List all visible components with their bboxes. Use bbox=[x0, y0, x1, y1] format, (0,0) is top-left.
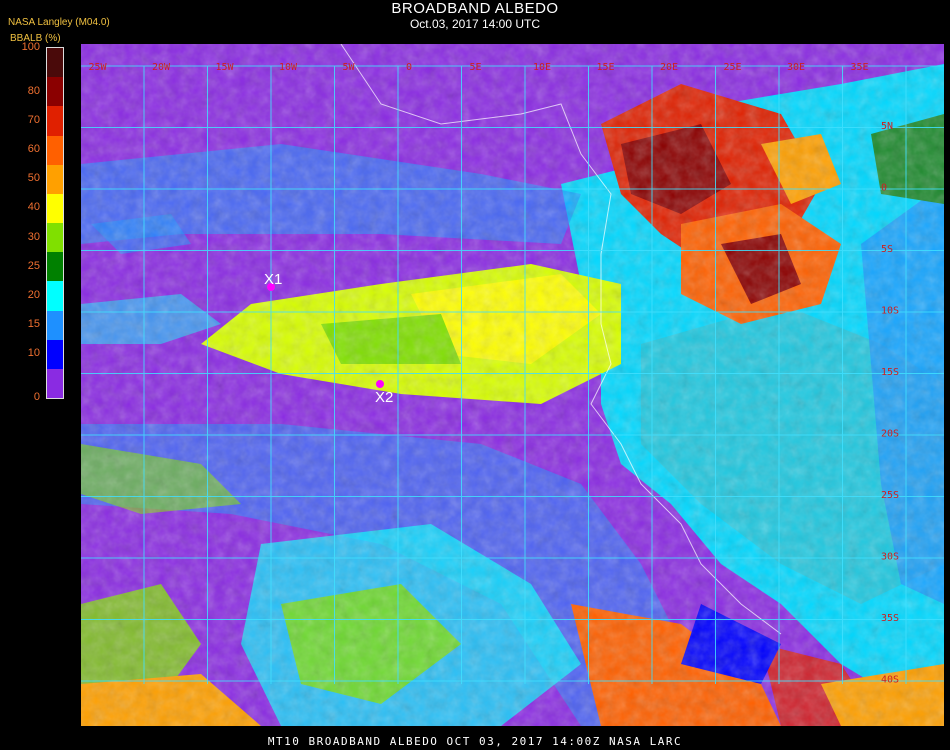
colorbar-tick-label: 40 bbox=[27, 201, 40, 214]
marker-x2-dot bbox=[376, 380, 384, 388]
latitude-label: 35S bbox=[881, 613, 899, 624]
marker-x2-label: X2 bbox=[375, 389, 393, 406]
latitude-label: 20S bbox=[881, 429, 899, 440]
colorbar-segment bbox=[47, 77, 63, 107]
longitude-label: 15E bbox=[597, 62, 615, 73]
latitude-label: 15S bbox=[881, 367, 899, 378]
colorbar-segment bbox=[47, 281, 63, 311]
albedo-map: 25W 20W 15W 10W 5W 0 5E 10E 15E 20E 25E 30E 35E 5N 0 5… bbox=[81, 44, 944, 726]
latitude-label: 40S bbox=[881, 675, 899, 686]
colorbar-tick-label: 30 bbox=[27, 230, 40, 243]
colorbar bbox=[46, 47, 64, 399]
longitude-label: 0 bbox=[406, 62, 412, 73]
colorbar-segment bbox=[47, 193, 63, 224]
longitude-label: 10E bbox=[533, 62, 551, 73]
longitude-label: 35E bbox=[851, 62, 869, 73]
colorbar-segment bbox=[47, 252, 63, 282]
texture-overlay bbox=[81, 44, 944, 726]
longitude-label: 20W bbox=[152, 62, 171, 73]
longitude-label: 10W bbox=[279, 62, 298, 73]
producer-label: NASA Langley (M04.0) bbox=[8, 17, 110, 28]
longitude-label: 5W bbox=[343, 62, 356, 73]
longitude-label: 25E bbox=[724, 62, 742, 73]
colorbar-tick-label: 20 bbox=[27, 288, 40, 301]
colorbar-tick-label: 70 bbox=[27, 113, 40, 126]
colorbar-tick-label: 50 bbox=[27, 172, 40, 185]
map-title: BROADBAND ALBEDO bbox=[391, 0, 559, 17]
colorbar-segment bbox=[47, 135, 63, 166]
longitude-label: 20E bbox=[660, 62, 678, 73]
colorbar-tick-label: 25 bbox=[27, 259, 40, 272]
colorbar-tick-label: 100 bbox=[21, 41, 40, 53]
colorbar-segment bbox=[47, 339, 63, 370]
colorbar-tick-label: 10 bbox=[27, 347, 40, 360]
title-block: BROADBAND ALBEDO Oct.03, 2017 14:00 UTC bbox=[0, 0, 950, 31]
latitude-label: 5N bbox=[881, 121, 893, 132]
latitude-label: 0 bbox=[881, 183, 887, 194]
colorbar-tick-label: 15 bbox=[27, 318, 40, 331]
longitude-label: 25W bbox=[89, 62, 108, 73]
latitude-label: 25S bbox=[881, 490, 899, 501]
longitude-label: 15W bbox=[216, 62, 235, 73]
colorbar-segment bbox=[47, 368, 63, 399]
colorbar-segment bbox=[47, 223, 63, 253]
latitude-label: 5S bbox=[881, 244, 893, 255]
colorbar-segment bbox=[47, 310, 63, 341]
colorbar-segment bbox=[47, 48, 63, 78]
colorbar-segment bbox=[47, 106, 63, 136]
marker-x1-label: X1 bbox=[264, 271, 282, 288]
footer-caption: MT10 BROADBAND ALBEDO OCT 03, 2017 14:00… bbox=[267, 735, 683, 748]
map-datetime: Oct.03, 2017 14:00 UTC bbox=[409, 17, 541, 31]
colorbar-tick-label: 0 bbox=[33, 391, 40, 403]
latitude-label: 10S bbox=[881, 306, 899, 317]
colorbar-segment bbox=[47, 164, 63, 195]
colorbar-tick-label: 80 bbox=[27, 84, 40, 97]
colorbar-tick-label: 60 bbox=[27, 143, 40, 156]
latitude-label: 30S bbox=[881, 552, 899, 563]
longitude-label: 5E bbox=[470, 62, 482, 73]
longitude-label: 30E bbox=[787, 62, 805, 73]
